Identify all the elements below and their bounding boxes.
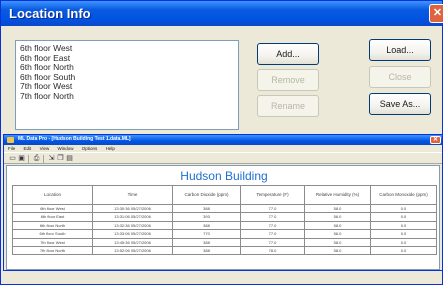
- cell-co2: 770: [172, 229, 241, 239]
- cell-humidity: 58.0: [304, 220, 371, 231]
- cell-location: 7th floor North: [12, 246, 93, 256]
- data-document: Hudson Building Location Time Carbon Dio…: [6, 165, 440, 270]
- dialog-titlebar[interactable]: Location Info ✕: [1, 1, 443, 26]
- cell-location: 6th floor South: [12, 229, 93, 239]
- cell-temperature: 77.0: [240, 203, 305, 214]
- table-row[interactable]: 6th floor North 13:32:36 05/27/2006 388 …: [12, 220, 437, 231]
- cell-humidity: 58.0: [304, 203, 371, 214]
- menu-window[interactable]: Window: [58, 146, 74, 151]
- table-row[interactable]: 6th floor West 13:30:36 05/27/2006 388 7…: [12, 203, 437, 214]
- data-table: Location Time Carbon Dioxide (ppm) Tempe…: [12, 185, 437, 256]
- cell-time: 13:30:36 05/27/2006: [92, 203, 173, 214]
- save-icon[interactable]: ▣: [17, 155, 26, 163]
- load-button[interactable]: Load...: [369, 39, 431, 61]
- cell-temperature: 77.0: [240, 212, 305, 222]
- close-button[interactable]: Close: [369, 66, 431, 88]
- chart-icon[interactable]: ▤: [65, 155, 74, 163]
- cell-humidity: 56.0: [304, 229, 371, 239]
- toolbar-divider: [28, 155, 29, 163]
- cell-co: 0.0: [370, 212, 437, 222]
- column-header[interactable]: Temperature (F): [240, 185, 305, 205]
- cell-temperature: 78.0: [240, 246, 305, 256]
- cell-temperature: 77.0: [240, 237, 305, 248]
- column-header[interactable]: Relative Humidity (%): [304, 185, 371, 205]
- copy-icon[interactable]: ❐: [56, 155, 65, 163]
- toolbar-divider: [43, 155, 44, 163]
- table-row[interactable]: 7th floor North 13:52:06 05/27/2006 388 …: [12, 246, 437, 256]
- add-button[interactable]: Add...: [257, 43, 319, 65]
- open-icon[interactable]: ▭: [8, 155, 17, 163]
- table-row[interactable]: 7th floor West 13:45:36 05/27/2006 388 7…: [12, 237, 437, 248]
- app-title: ML Data Pro - [Hudson Building Test 1.da…: [18, 136, 131, 142]
- menu-bar: File Edit View Window Options Help: [4, 145, 442, 152]
- cell-co2: 388: [172, 203, 241, 214]
- cell-location: 6th floor West: [12, 203, 93, 214]
- table-row[interactable]: 6th floor East 13:31:06 05/27/2006 393 7…: [12, 212, 437, 222]
- table-header-row: Location Time Carbon Dioxide (ppm) Tempe…: [12, 185, 437, 205]
- cell-location: 7th floor West: [12, 237, 93, 248]
- app-icon: [7, 137, 14, 143]
- cell-temperature: 77.0: [240, 220, 305, 231]
- cell-time: 13:31:06 05/27/2006: [92, 212, 173, 222]
- toolbar: ▭ ▣ ⎙ ⇲ ❐ ▤: [4, 152, 442, 164]
- app-titlebar[interactable]: ML Data Pro - [Hudson Building Test 1.da…: [4, 135, 442, 145]
- print-icon[interactable]: ⎙: [32, 155, 41, 163]
- menu-help[interactable]: Help: [106, 146, 115, 151]
- column-header[interactable]: Carbon Monoxide (ppm): [370, 185, 437, 205]
- menu-options[interactable]: Options: [82, 146, 98, 151]
- cell-time: 13:45:36 05/27/2006: [92, 237, 173, 248]
- menu-file[interactable]: File: [8, 146, 15, 151]
- cell-humidity: 56.0: [304, 212, 371, 222]
- menu-edit[interactable]: Edit: [24, 146, 32, 151]
- cell-co2: 393: [172, 212, 241, 222]
- cell-co2: 388: [172, 246, 241, 256]
- cell-time: 13:52:06 05/27/2006: [92, 246, 173, 256]
- dialog-title: Location Info: [9, 6, 91, 21]
- cell-co2: 388: [172, 237, 241, 248]
- rename-button[interactable]: Rename: [257, 95, 319, 117]
- cell-location: 6th floor East: [12, 212, 93, 222]
- close-icon[interactable]: ✕: [430, 136, 441, 144]
- cell-temperature: 77.0: [240, 229, 305, 239]
- cell-humidity: 58.0: [304, 246, 371, 256]
- column-header[interactable]: Time: [92, 185, 173, 205]
- cell-time: 13:32:36 05/27/2006: [92, 220, 173, 231]
- cell-location: 6th floor North: [12, 220, 93, 231]
- menu-view[interactable]: View: [40, 146, 50, 151]
- close-icon[interactable]: ✕: [429, 4, 443, 23]
- document-title: Hudson Building: [180, 169, 268, 183]
- list-item[interactable]: 7th floor North: [20, 91, 234, 102]
- cell-humidity: 58.0: [304, 237, 371, 248]
- cell-co: 0.0: [370, 229, 437, 239]
- column-header[interactable]: Carbon Dioxide (ppm): [172, 185, 241, 205]
- cell-co: 0.0: [370, 203, 437, 214]
- cell-co: 0.0: [370, 246, 437, 256]
- column-header[interactable]: Location: [12, 185, 93, 205]
- cell-time: 13:33:06 05/27/2006: [92, 229, 173, 239]
- export-icon[interactable]: ⇲: [47, 155, 56, 163]
- remove-button[interactable]: Remove: [257, 69, 319, 91]
- location-list[interactable]: 6th floor West 6th floor East 6th floor …: [15, 40, 239, 130]
- save-as-button[interactable]: Save As...: [369, 93, 431, 115]
- data-app-window: ML Data Pro - [Hudson Building Test 1.da…: [3, 134, 443, 271]
- cell-co: 0.0: [370, 237, 437, 248]
- cell-co2: 388: [172, 220, 241, 231]
- table-row[interactable]: 6th floor South 13:33:06 05/27/2006 770 …: [12, 229, 437, 239]
- cell-co: 0.0: [370, 220, 437, 231]
